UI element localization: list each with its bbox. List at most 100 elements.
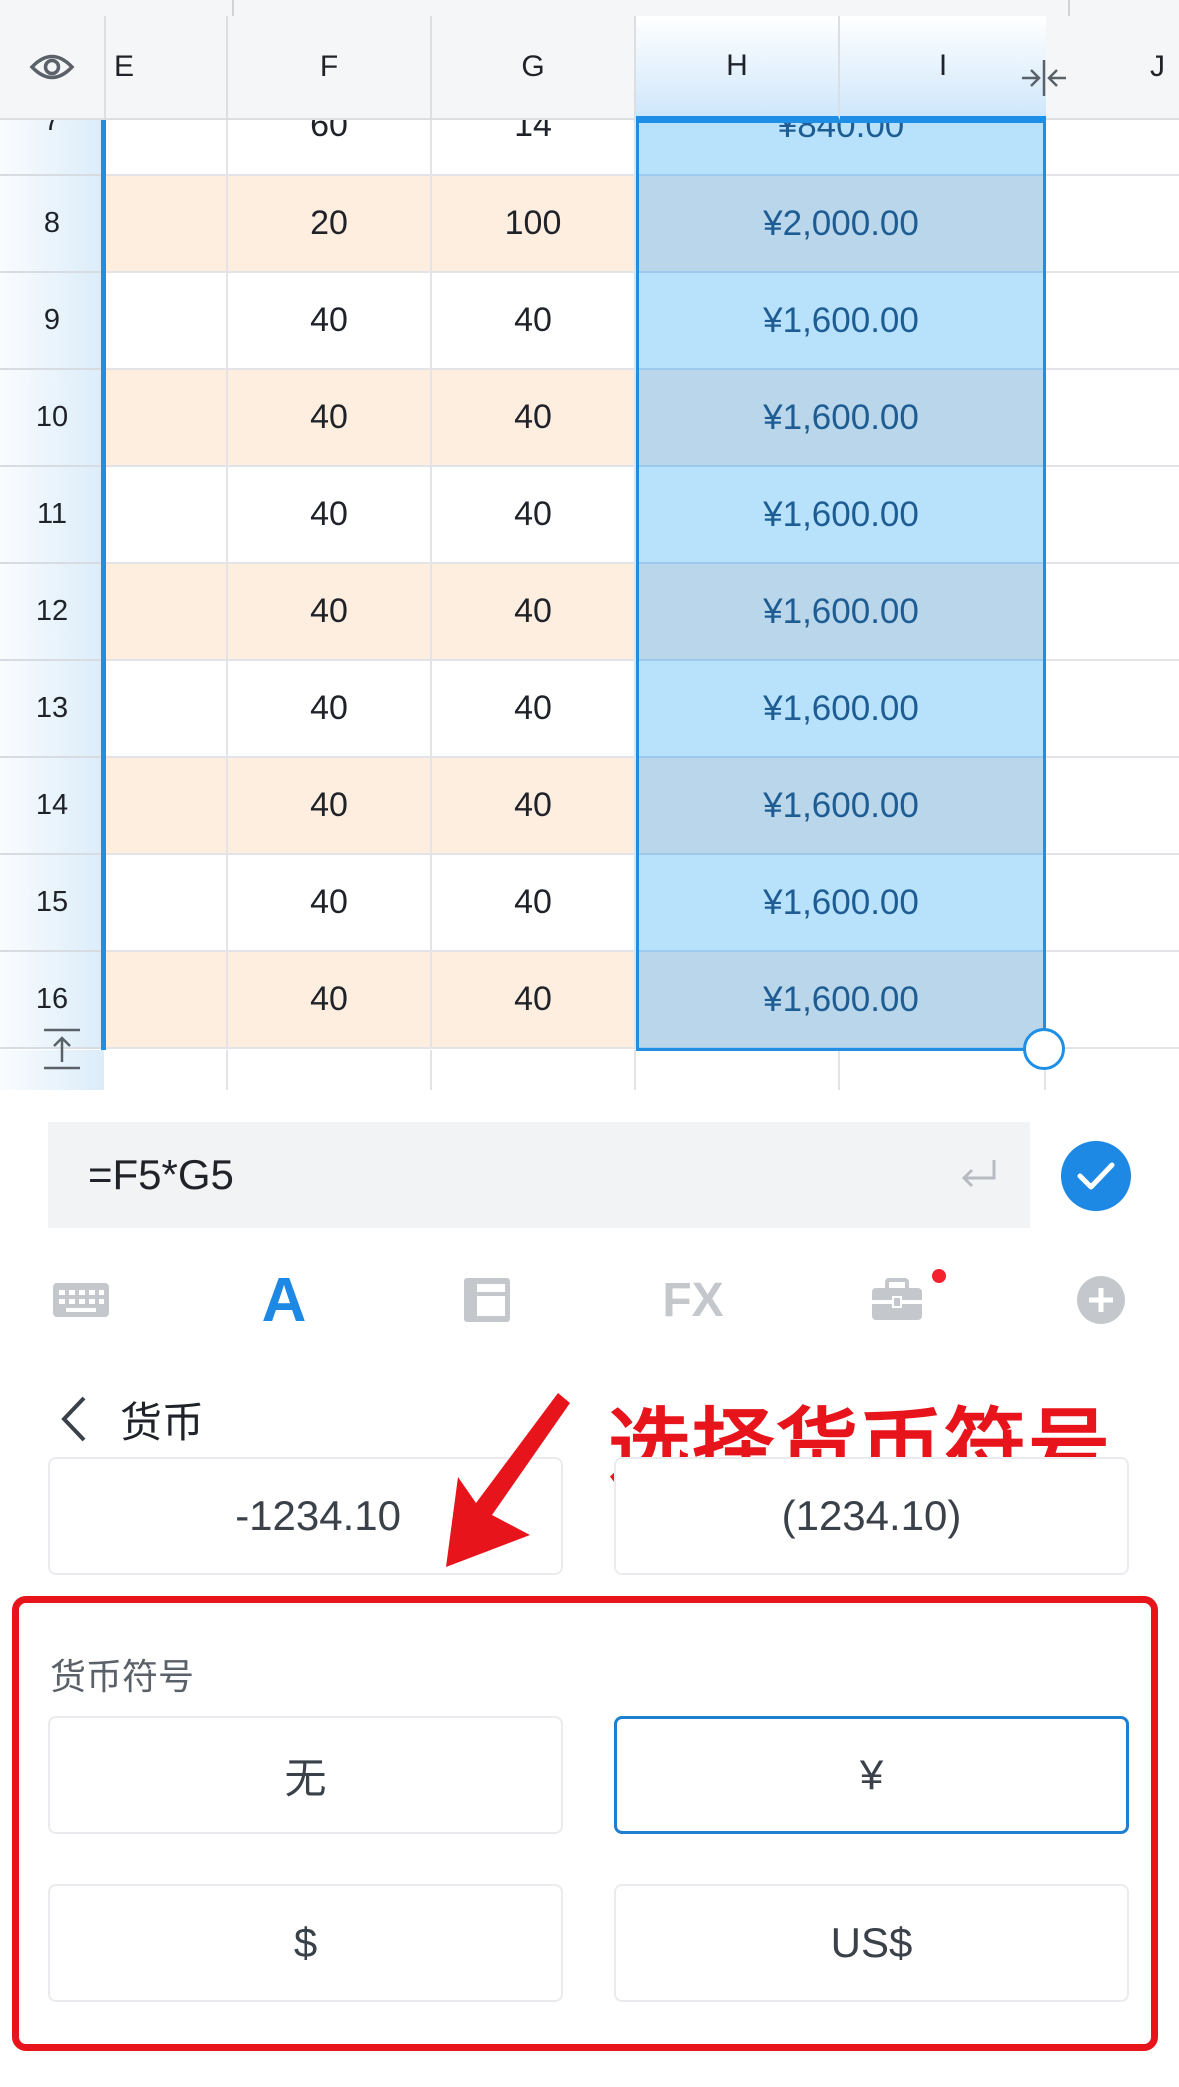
table-cell[interactable]: 40: [432, 273, 636, 370]
grid-line: [1046, 368, 1179, 370]
table-cell[interactable]: 40: [228, 370, 432, 467]
table-cell[interactable]: ¥840.00: [636, 120, 1046, 176]
table-cell[interactable]: ¥1,600.00: [636, 467, 1046, 564]
cell-value: 40: [514, 398, 552, 436]
table-cell[interactable]: [840, 1050, 1046, 1090]
row-selection-bar: [101, 120, 106, 1050]
table-cell[interactable]: ¥1,600.00: [636, 855, 1046, 952]
table-cell[interactable]: ¥1,600.00: [636, 273, 1046, 370]
table-cell[interactable]: 40: [432, 467, 636, 564]
table-cell[interactable]: 40: [228, 758, 432, 855]
cell-value: 14: [35, 789, 69, 821]
option-label: US$: [830, 1919, 913, 1966]
table-cell[interactable]: [106, 370, 228, 467]
keyboard-button[interactable]: [36, 1265, 126, 1335]
table-cell[interactable]: [106, 176, 228, 273]
row-header-9[interactable]: 9: [0, 273, 104, 370]
table-cell[interactable]: ¥2,000.00: [636, 176, 1046, 273]
table-cell[interactable]: [636, 1050, 840, 1090]
table-cell[interactable]: 40: [228, 273, 432, 370]
row-header-12[interactable]: 12: [0, 564, 104, 661]
corner-cell[interactable]: [0, 16, 106, 120]
table-cell[interactable]: 14: [432, 120, 636, 176]
row-header-11[interactable]: 11: [0, 467, 104, 564]
row-header-13[interactable]: 13: [0, 661, 104, 758]
enter-icon[interactable]: [956, 1152, 1002, 1198]
cell-value: 40: [310, 883, 348, 921]
table-cell[interactable]: 40: [228, 855, 432, 952]
cell-value: 40: [310, 398, 348, 436]
currency-option-none[interactable]: 无: [48, 1716, 563, 1834]
top-strip: [0, 0, 1179, 17]
column-header-f[interactable]: F: [228, 16, 432, 120]
table-cell[interactable]: [228, 1050, 432, 1090]
currency-option-dollar[interactable]: $: [48, 1884, 563, 2002]
row-header-15[interactable]: 15: [0, 855, 104, 952]
table-cell[interactable]: ¥1,600.00: [636, 758, 1046, 855]
table-cell[interactable]: [106, 273, 228, 370]
table-cell[interactable]: [106, 952, 228, 1049]
cell-value: 9: [43, 304, 61, 336]
text-format-icon: A: [261, 1265, 307, 1335]
toolbox-button[interactable]: [852, 1265, 946, 1335]
table-cell[interactable]: ¥1,600.00: [636, 952, 1046, 1049]
cell-value: 40: [514, 495, 552, 533]
column-header-h[interactable]: H: [636, 16, 840, 120]
table-cell[interactable]: 40: [432, 661, 636, 758]
table-cell[interactable]: 40: [432, 370, 636, 467]
option-label: -1234.10: [235, 1492, 401, 1539]
grid-line: [1046, 659, 1179, 661]
table-cell[interactable]: 40: [432, 564, 636, 661]
table-cell[interactable]: 40: [432, 952, 636, 1049]
row-header-14[interactable]: 14: [0, 758, 104, 855]
table-cell[interactable]: 40: [228, 467, 432, 564]
back-button[interactable]: 货币: [60, 1384, 204, 1454]
column-label: H: [726, 49, 748, 82]
column-header-e[interactable]: E: [106, 16, 228, 120]
table-cell[interactable]: ¥1,600.00: [636, 661, 1046, 758]
cell-value: 15: [35, 886, 69, 918]
cell-value: 40: [310, 786, 348, 824]
row-header-7[interactable]: 7: [0, 120, 104, 176]
currency-option-yuan[interactable]: ¥: [614, 1716, 1129, 1834]
table-cell[interactable]: [106, 758, 228, 855]
row-header-8[interactable]: 8: [0, 176, 104, 273]
table-cell[interactable]: [432, 1050, 636, 1090]
text-format-button[interactable]: A: [239, 1265, 329, 1335]
table-cell[interactable]: 40: [228, 564, 432, 661]
column-header-i[interactable]: I: [840, 16, 1046, 120]
table-cell[interactable]: [106, 120, 228, 176]
eye-icon[interactable]: [29, 52, 75, 82]
currency-option-usd[interactable]: US$: [614, 1884, 1129, 2002]
table-cell[interactable]: 20: [228, 176, 432, 273]
spreadsheet-grid[interactable]: E F G H I J 7 60 14 ¥840.00 8 20 100 ¥2,000…: [0, 0, 1179, 1090]
table-cell[interactable]: 100: [432, 176, 636, 273]
row-insert-icon[interactable]: [40, 1026, 84, 1072]
table-cell[interactable]: 40: [228, 661, 432, 758]
table-cell[interactable]: [106, 1050, 228, 1090]
table-cell[interactable]: 60: [228, 120, 432, 176]
confirm-button[interactable]: [1061, 1141, 1131, 1211]
table-cell[interactable]: 40: [432, 758, 636, 855]
table-cell[interactable]: ¥1,600.00: [636, 370, 1046, 467]
column-header-g[interactable]: G: [432, 16, 636, 120]
table-cell[interactable]: 40: [228, 952, 432, 1049]
add-button[interactable]: [1056, 1265, 1146, 1335]
cell-value: 13: [35, 692, 69, 724]
table-cell[interactable]: ¥1,600.00: [636, 564, 1046, 661]
formula-input[interactable]: =F5*G5: [48, 1122, 1030, 1228]
table-cell[interactable]: [106, 855, 228, 952]
table-cell[interactable]: [106, 467, 228, 564]
negative-format-parentheses[interactable]: (1234.10): [614, 1457, 1129, 1575]
fx-button[interactable]: FX: [648, 1265, 738, 1335]
table-cell[interactable]: 40: [432, 855, 636, 952]
row-header-10[interactable]: 10: [0, 370, 104, 467]
selection-handle[interactable]: [1023, 1028, 1065, 1070]
grid-line: [1046, 465, 1179, 467]
add-icon: [1077, 1276, 1125, 1324]
table-cell[interactable]: [106, 661, 228, 758]
cell-layout-button[interactable]: [442, 1265, 532, 1335]
option-label: ¥: [859, 1751, 884, 1798]
column-resize-icon[interactable]: [1018, 56, 1070, 100]
table-cell[interactable]: [106, 564, 228, 661]
